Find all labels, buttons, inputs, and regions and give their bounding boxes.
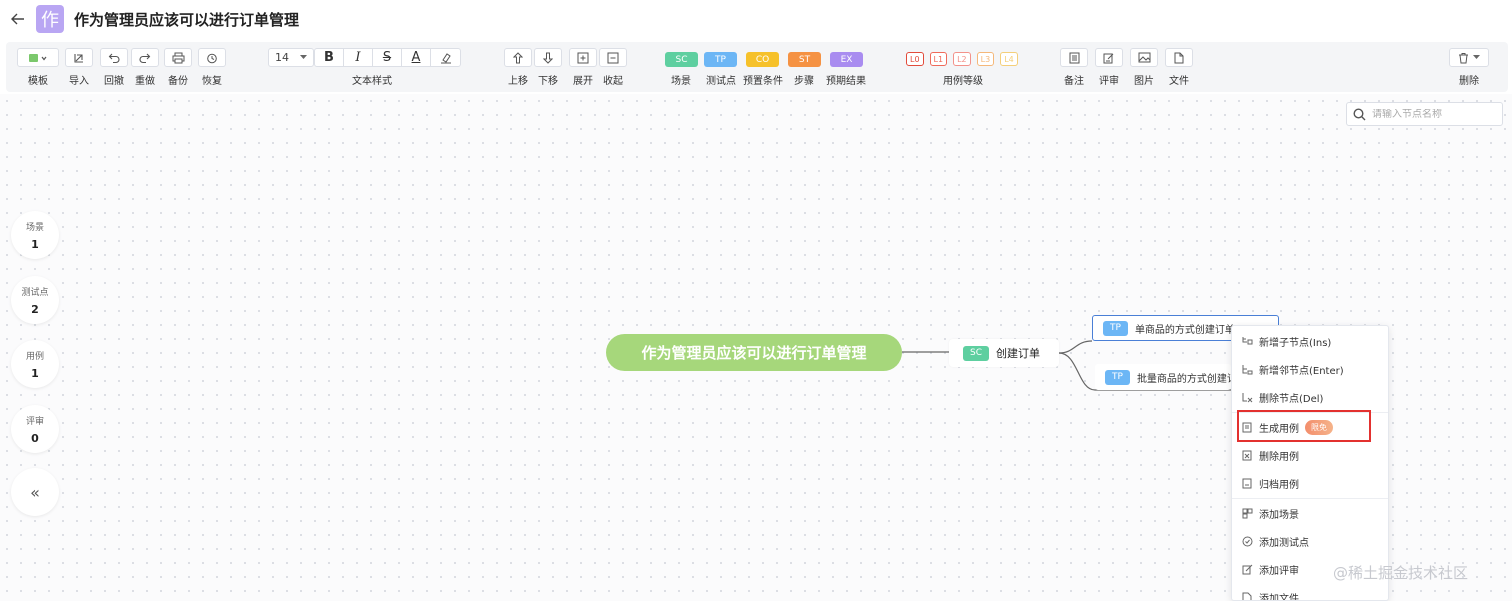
- add-sibling-icon: [1241, 363, 1253, 375]
- test-point-text: 单商品的方式创建订单: [1134, 324, 1235, 336]
- edit-icon: [1241, 563, 1253, 575]
- context-menu: 新增子节点(Ins) 新增邻节点(Enter) 删除节点(Del) 生成用例 限…: [1231, 325, 1389, 601]
- file-icon: [1241, 591, 1253, 600]
- menu-add-test-point[interactable]: 添加测试点: [1232, 527, 1388, 555]
- menu-delete-node[interactable]: 删除节点(Del): [1232, 383, 1388, 411]
- menu-add-child-node[interactable]: 新增子节点(Ins): [1232, 327, 1388, 355]
- node-tag-tp: TP: [1105, 369, 1130, 385]
- add-child-icon: [1241, 335, 1253, 347]
- menu-label: 归档用例: [1259, 479, 1299, 491]
- node-tag-sc: SC: [963, 345, 989, 361]
- test-point-text: 批量商品的方式创建订单: [1136, 373, 1231, 385]
- scene-node[interactable]: SC 创建订单: [949, 339, 1059, 367]
- menu-add-file[interactable]: 添加文件: [1232, 583, 1388, 601]
- menu-add-sibling-node[interactable]: 新增邻节点(Enter): [1232, 355, 1388, 383]
- check-circle-icon: [1241, 535, 1253, 547]
- menu-label: 删除节点(Del): [1259, 393, 1324, 405]
- menu-label: 新增子节点(Ins): [1259, 337, 1332, 349]
- menu-label: 添加文件: [1259, 593, 1299, 601]
- menu-delete-case[interactable]: 删除用例: [1232, 441, 1388, 469]
- delete-node-icon: [1241, 391, 1253, 403]
- highlight-box: [1237, 410, 1371, 442]
- menu-label: 添加测试点: [1259, 537, 1309, 549]
- root-node[interactable]: 作为管理员应该可以进行订单管理: [606, 334, 902, 371]
- test-point-node[interactable]: TP 批量商品的方式创建订单: [1095, 364, 1231, 390]
- archive-icon: [1241, 477, 1253, 489]
- menu-add-scene[interactable]: 添加场景: [1232, 499, 1388, 527]
- watermark: @稀土掘金技术社区: [1333, 564, 1469, 582]
- menu-label: 添加场景: [1259, 509, 1299, 521]
- delete-case-icon: [1241, 449, 1253, 461]
- menu-archive-case[interactable]: 归档用例: [1232, 469, 1388, 497]
- menu-label: 删除用例: [1259, 451, 1299, 463]
- menu-label: 添加评审: [1259, 565, 1299, 577]
- scene-node-text: 创建订单: [996, 347, 1040, 360]
- grid-icon: [1241, 507, 1253, 519]
- node-tag-tp: TP: [1103, 320, 1128, 336]
- menu-label: 新增邻节点(Enter): [1259, 365, 1344, 377]
